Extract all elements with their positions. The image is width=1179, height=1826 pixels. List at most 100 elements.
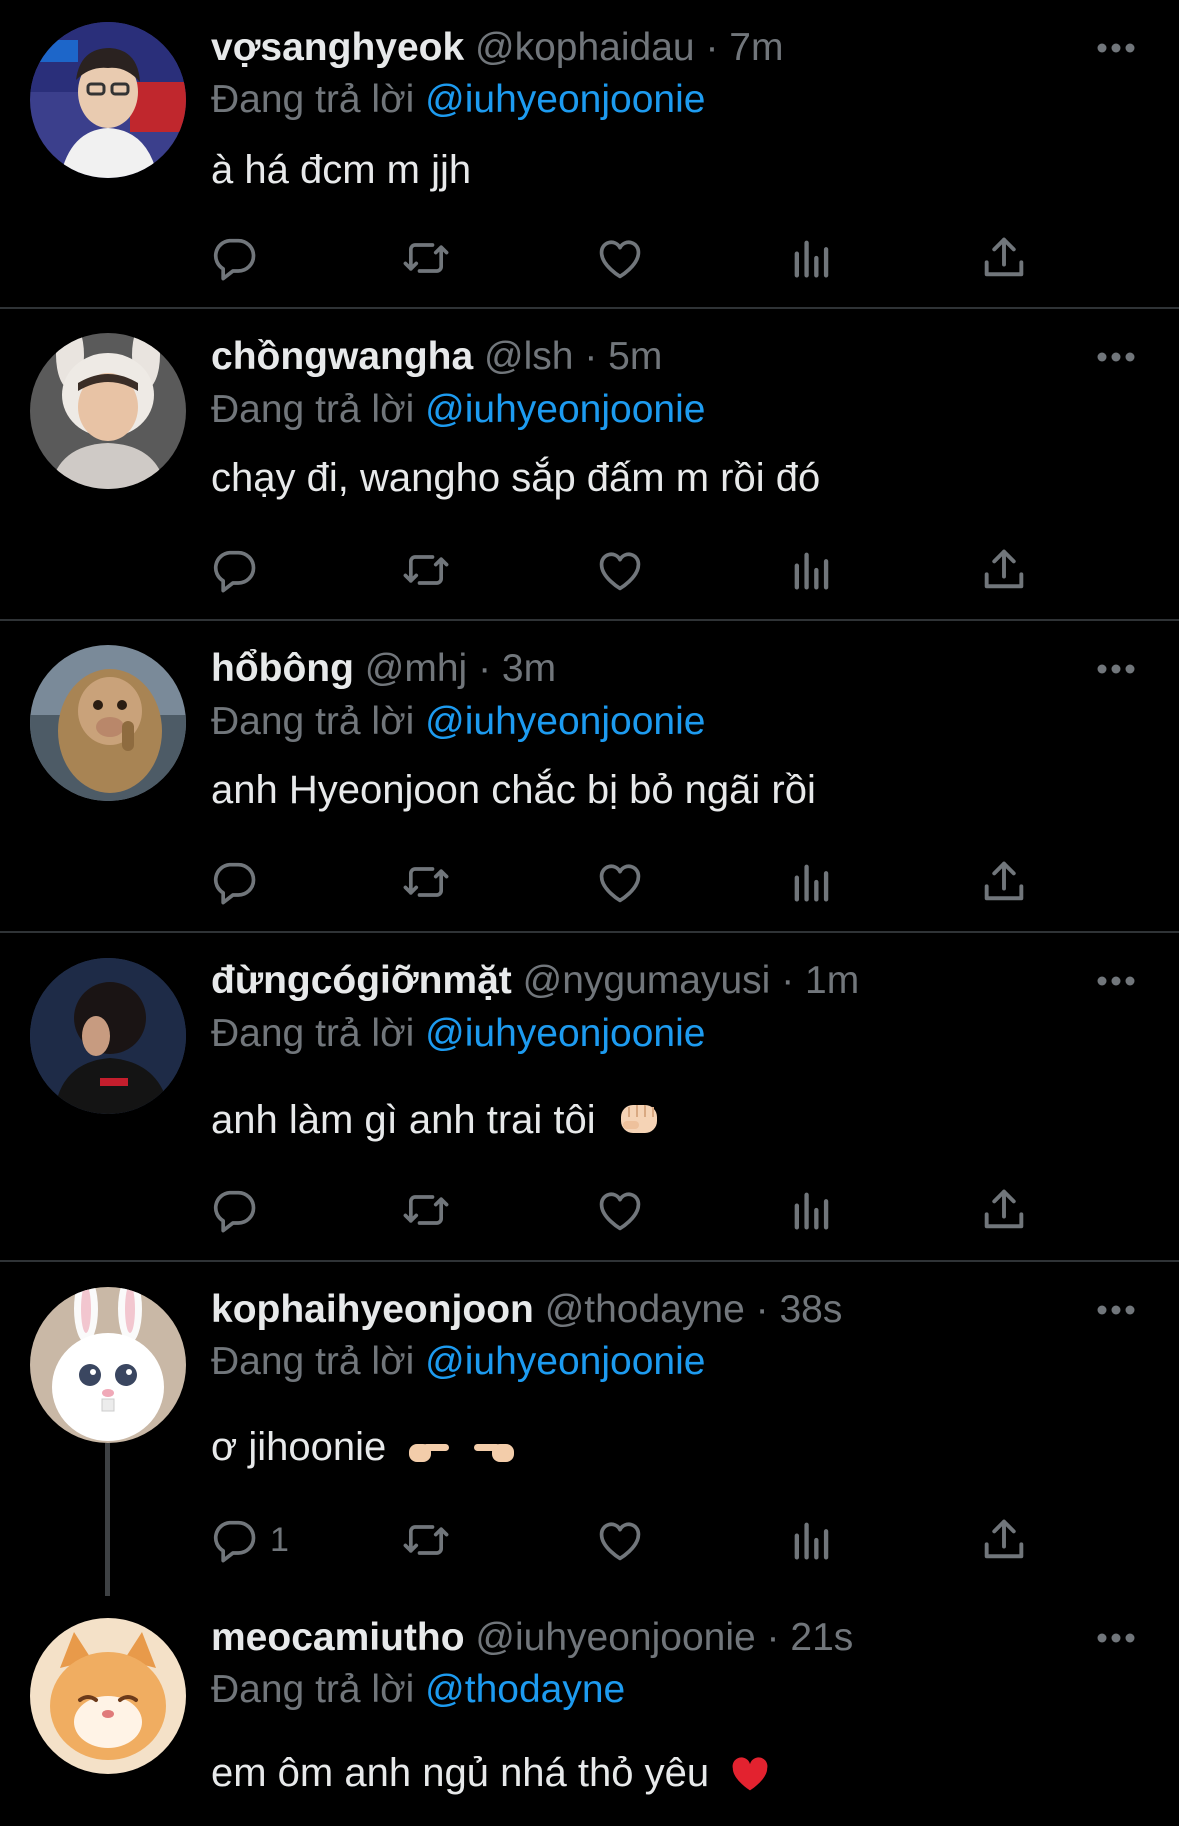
reply-button[interactable] xyxy=(208,852,270,912)
like-icon xyxy=(599,864,641,903)
replying-to-label: Đang trả lời xyxy=(211,1668,415,1711)
replying-to: Đang trả lời @thodayne xyxy=(211,1664,625,1716)
mention-link[interactable]: @thodayne xyxy=(425,1668,625,1711)
retweet-button[interactable] xyxy=(400,540,452,600)
pointing-right-emoji xyxy=(407,1426,451,1480)
retweet-button[interactable] xyxy=(400,1510,452,1570)
views-button[interactable] xyxy=(786,228,838,288)
tweet[interactable]: meocamiutho @iuhyeonjoonie · 21s Đang tr… xyxy=(0,1592,1179,1826)
mention-link[interactable]: @iuhyeonjoonie xyxy=(425,1012,705,1055)
tweet[interactable]: đừngcógiỡnmặt @nygumayusi · 1m Đang trả … xyxy=(0,933,1179,1260)
tweet[interactable]: vợsanghyeok @kophaidau · 7m Đang trả lời… xyxy=(0,0,1179,307)
avatar[interactable] xyxy=(30,958,186,1114)
retweet-icon xyxy=(403,555,449,585)
retweet-button[interactable] xyxy=(400,1180,452,1240)
handle[interactable]: @iuhyeonjoonie xyxy=(475,1616,755,1659)
tweet[interactable]: chồngwangha @lsh · 5m Đang trả lời @iuhy… xyxy=(0,309,1179,619)
like-icon xyxy=(599,1192,641,1231)
mention-link[interactable]: @iuhyeonjoonie xyxy=(425,700,705,743)
fist-emoji xyxy=(617,1099,661,1153)
retweet-button[interactable] xyxy=(400,852,452,912)
tweet-text: anh Hyeonjoon chắc bị bỏ ngãi rồi xyxy=(211,763,816,817)
like-button[interactable] xyxy=(594,228,646,288)
reply-button[interactable] xyxy=(208,540,270,600)
handle[interactable]: @nygumayusi xyxy=(523,959,771,1002)
more-icon[interactable] xyxy=(1092,28,1140,68)
tweet-text: ơ jihoonie xyxy=(211,1420,516,1480)
like-button[interactable] xyxy=(594,852,646,912)
views-button[interactable] xyxy=(786,540,838,600)
avatar-image xyxy=(30,22,186,178)
timestamp[interactable]: 3m xyxy=(502,647,556,690)
display-name[interactable]: đừngcógiỡnmặt xyxy=(211,959,512,1002)
retweet-button[interactable] xyxy=(400,228,452,288)
retweet-icon xyxy=(403,867,449,897)
mention-link[interactable]: @iuhyeonjoonie xyxy=(425,388,705,431)
action-bar xyxy=(208,228,1048,288)
display-name[interactable]: kophaihyeonjoon xyxy=(211,1288,534,1331)
avatar[interactable] xyxy=(30,1618,186,1774)
timestamp[interactable]: 7m xyxy=(729,26,783,69)
views-button[interactable] xyxy=(786,1510,838,1570)
avatar-image xyxy=(30,333,186,489)
timestamp[interactable]: 38s xyxy=(779,1288,842,1331)
share-icon xyxy=(984,861,1024,901)
share-icon xyxy=(984,1189,1024,1229)
share-button[interactable] xyxy=(978,228,1030,288)
timestamp[interactable]: 21s xyxy=(790,1616,853,1659)
tweet-header: hổbông @mhj · 3m xyxy=(211,643,556,695)
display-name[interactable]: hổbông xyxy=(211,647,354,690)
avatar[interactable] xyxy=(30,333,186,489)
avatar[interactable] xyxy=(30,1287,186,1443)
handle[interactable]: @kophaidau xyxy=(475,26,695,69)
more-icon[interactable] xyxy=(1092,649,1140,689)
share-button[interactable] xyxy=(978,852,1030,912)
views-button[interactable] xyxy=(786,1180,838,1240)
tweet[interactable]: hổbông @mhj · 3m Đang trả lời @iuhyeonjo… xyxy=(0,621,1179,931)
views-icon xyxy=(794,1522,829,1560)
share-button[interactable] xyxy=(978,540,1030,600)
views-icon xyxy=(794,1192,829,1230)
handle[interactable]: @lsh xyxy=(484,335,573,378)
replying-to-label: Đang trả lời xyxy=(211,700,415,743)
tweet-header: kophaihyeonjoon @thodayne · 38s xyxy=(211,1284,842,1336)
reply-icon xyxy=(213,1520,256,1563)
replying-to-label: Đang trả lời xyxy=(211,78,415,121)
display-name[interactable]: vợsanghyeok xyxy=(211,26,464,69)
tweet-header: meocamiutho @iuhyeonjoonie · 21s xyxy=(211,1612,853,1664)
separator: · xyxy=(755,1288,769,1331)
separator: · xyxy=(781,959,795,1002)
more-icon[interactable] xyxy=(1092,337,1140,377)
timestamp[interactable]: 5m xyxy=(608,335,662,378)
avatar[interactable] xyxy=(30,22,186,178)
reply-button[interactable] xyxy=(208,228,270,288)
reply-button[interactable] xyxy=(208,1180,270,1240)
mention-link[interactable]: @iuhyeonjoonie xyxy=(425,1340,705,1383)
more-icon[interactable] xyxy=(1092,961,1140,1001)
display-name[interactable]: meocamiutho xyxy=(211,1616,465,1659)
mention-link[interactable]: @iuhyeonjoonie xyxy=(425,78,705,121)
like-button[interactable] xyxy=(594,1510,646,1570)
handle[interactable]: @thodayne xyxy=(545,1288,745,1331)
timestamp[interactable]: 1m xyxy=(805,959,859,1002)
display-name[interactable]: chồngwangha xyxy=(211,335,473,378)
avatar-image xyxy=(30,958,186,1114)
share-button[interactable] xyxy=(978,1180,1030,1240)
share-button[interactable] xyxy=(978,1510,1030,1570)
handle[interactable]: @mhj xyxy=(365,647,467,690)
action-bar xyxy=(208,1180,1048,1240)
share-icon xyxy=(984,549,1024,589)
like-button[interactable] xyxy=(594,1180,646,1240)
avatar-image xyxy=(30,645,186,801)
views-button[interactable] xyxy=(786,852,838,912)
avatar[interactable] xyxy=(30,645,186,801)
reply-icon xyxy=(213,550,256,593)
heart-emoji xyxy=(730,1752,770,1806)
reply-button[interactable]: 1 xyxy=(208,1510,289,1570)
like-button[interactable] xyxy=(594,540,646,600)
more-icon[interactable] xyxy=(1092,1618,1140,1658)
tweet-text: chạy đi, wangho sắp đấm m rồi đó xyxy=(211,451,820,505)
tweet[interactable]: kophaihyeonjoon @thodayne · 38s Đang trả… xyxy=(0,1262,1179,1596)
replying-to: Đang trả lời @iuhyeonjoonie xyxy=(211,384,705,436)
more-icon[interactable] xyxy=(1092,1290,1140,1330)
